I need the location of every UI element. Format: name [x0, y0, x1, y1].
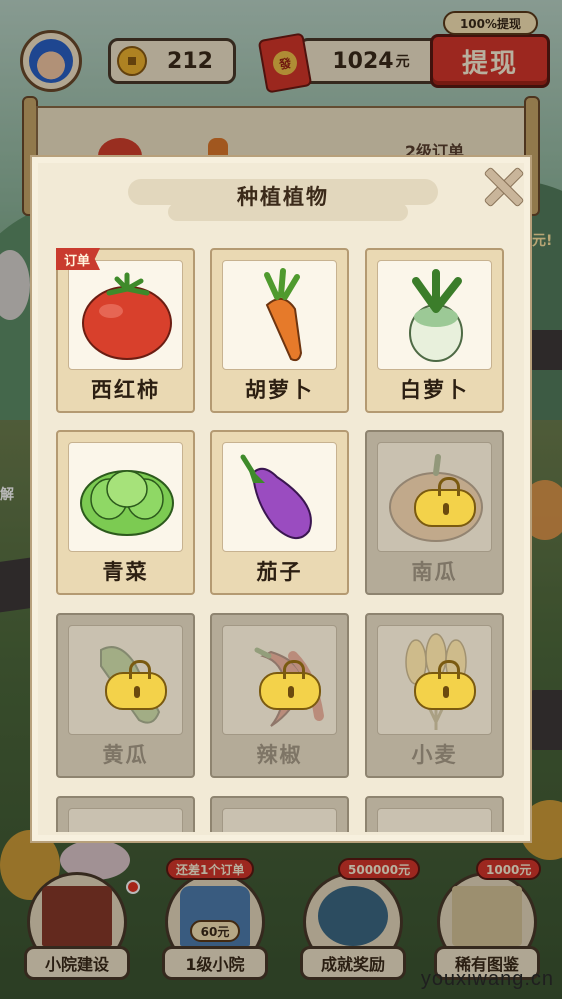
order-tag: 订单 [56, 248, 101, 270]
plant-image-box [222, 625, 337, 735]
plant-name: 黄瓜 [102, 743, 149, 767]
plant-card-carrot[interactable]: 胡萝卜 [210, 248, 349, 413]
plant-name: 辣椒 [256, 743, 303, 767]
plant-image-box [68, 625, 183, 735]
carrot-icon [264, 268, 303, 362]
plant-selection-dialog: 种植植物 订单 西红柿 胡萝卜 白萝卜 青菜 茄子 南瓜 黄瓜 辣椒 小麦 [30, 155, 532, 843]
plant-card-pumpkin[interactable]: 南瓜 [365, 430, 504, 595]
plant-card-white-radish[interactable]: 白萝卜 [365, 248, 504, 413]
plant-image-box [377, 625, 492, 735]
eggplant-icon [240, 454, 312, 539]
lock-icon [105, 660, 167, 710]
lock-icon [414, 477, 476, 527]
close-icon[interactable] [480, 163, 526, 209]
lock-icon [414, 660, 476, 710]
plant-image-box [222, 808, 337, 832]
plant-card-cucumber[interactable]: 黄瓜 [56, 613, 195, 778]
plant-name: 白萝卜 [400, 378, 469, 402]
plant-name: 南瓜 [411, 560, 458, 584]
plant-card-bok-choy[interactable]: 青菜 [56, 430, 195, 595]
plant-card-eggplant[interactable]: 茄子 [210, 430, 349, 595]
plant-image-box [222, 260, 337, 370]
dialog-title: 种植植物 [237, 185, 329, 209]
white-radish-icon [409, 269, 463, 362]
plant-card-tomato[interactable]: 订单 西红柿 [56, 248, 195, 413]
plant-card-wheat[interactable]: 小麦 [365, 613, 504, 778]
plant-name: 小麦 [411, 743, 458, 767]
plant-image-box [377, 808, 492, 832]
plant-image-box [68, 808, 183, 832]
plant-name: 青菜 [102, 560, 149, 584]
plant-image-box [377, 260, 492, 370]
plant-name: 胡萝卜 [245, 378, 314, 402]
plant-card-partial[interactable] [56, 796, 195, 832]
plant-card-partial[interactable] [210, 796, 349, 832]
plant-card-partial[interactable] [365, 796, 504, 832]
plant-name: 茄子 [256, 560, 303, 584]
bok-choy-icon [80, 470, 174, 536]
plant-image-box [222, 442, 337, 552]
lock-icon [259, 660, 321, 710]
plant-image-box [68, 442, 183, 552]
plant-name: 西红柿 [91, 378, 160, 402]
plant-image-box [377, 442, 492, 552]
tomato-icon [82, 272, 172, 360]
plant-image-box [68, 260, 183, 370]
plant-card-chili[interactable]: 辣椒 [210, 613, 349, 778]
plant-grid: 订单 西红柿 胡萝卜 白萝卜 青菜 茄子 南瓜 黄瓜 辣椒 小麦 [56, 248, 510, 832]
